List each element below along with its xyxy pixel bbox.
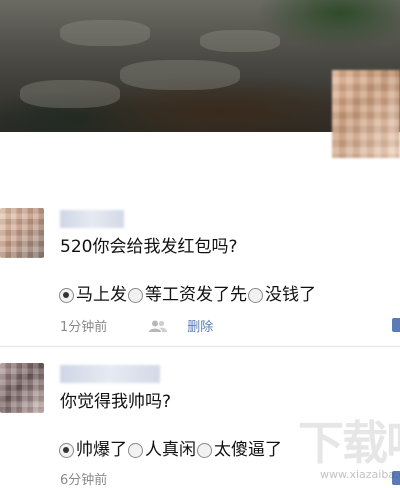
poll-option-label: 人真闲 xyxy=(145,440,196,460)
poll-option[interactable]: 太傻逼了 xyxy=(196,439,282,461)
avatar[interactable] xyxy=(0,363,44,413)
watermark-logo-text: 下载吧 xyxy=(298,416,400,470)
radio-selected-icon xyxy=(59,442,74,458)
post-meta: 6分钟前 xyxy=(60,469,107,488)
user-name-blurred[interactable] xyxy=(60,210,124,228)
poll-option[interactable]: 人真闲 xyxy=(127,439,196,461)
delete-button[interactable]: 删除 xyxy=(187,316,213,335)
radio-icon xyxy=(197,442,212,458)
poll-options: 帅爆了 人真闲 太傻逼了 xyxy=(58,439,282,461)
cover-photo-detail xyxy=(120,60,240,90)
cover-photo-detail xyxy=(60,20,150,46)
poll-option[interactable]: 马上发 xyxy=(58,284,127,306)
poll-option[interactable]: 没钱了 xyxy=(247,284,316,306)
poll-options: 马上发 等工资发了先 没钱了 xyxy=(58,284,316,306)
profile-avatar[interactable] xyxy=(332,70,400,158)
timestamp: 1分钟前 xyxy=(60,320,108,335)
poll-option[interactable]: 帅爆了 xyxy=(58,439,127,461)
comment-icon[interactable] xyxy=(392,318,400,332)
poll-option-label: 没钱了 xyxy=(265,285,316,305)
radio-icon xyxy=(248,287,263,303)
avatar[interactable] xyxy=(0,208,44,258)
radio-selected-icon xyxy=(59,287,74,303)
cover-photo-detail xyxy=(200,30,280,52)
post-text: 你觉得我帅吗? xyxy=(60,392,172,412)
post-meta: 1分钟前 删除 xyxy=(60,316,213,335)
post-divider xyxy=(0,346,400,347)
cover-photo-detail xyxy=(20,80,120,108)
poll-option-label: 等工资发了先 xyxy=(145,285,247,305)
visibility-people-icon[interactable] xyxy=(149,320,168,332)
timestamp: 6分钟前 xyxy=(60,473,108,488)
poll-option[interactable]: 等工资发了先 xyxy=(127,284,247,306)
poll-option-label: 帅爆了 xyxy=(76,440,127,460)
radio-icon xyxy=(128,287,143,303)
site-watermark: 下载吧 www.xiazaiba.com xyxy=(298,418,400,486)
user-name-blurred[interactable] xyxy=(60,365,160,383)
post-text: 520你会给我发红包吗? xyxy=(60,237,238,257)
radio-icon xyxy=(128,442,143,458)
watermark-url: www.xiazaiba.com xyxy=(320,468,400,481)
poll-option-label: 太傻逼了 xyxy=(214,440,282,460)
poll-option-label: 马上发 xyxy=(76,285,127,305)
comment-icon[interactable] xyxy=(392,471,400,485)
